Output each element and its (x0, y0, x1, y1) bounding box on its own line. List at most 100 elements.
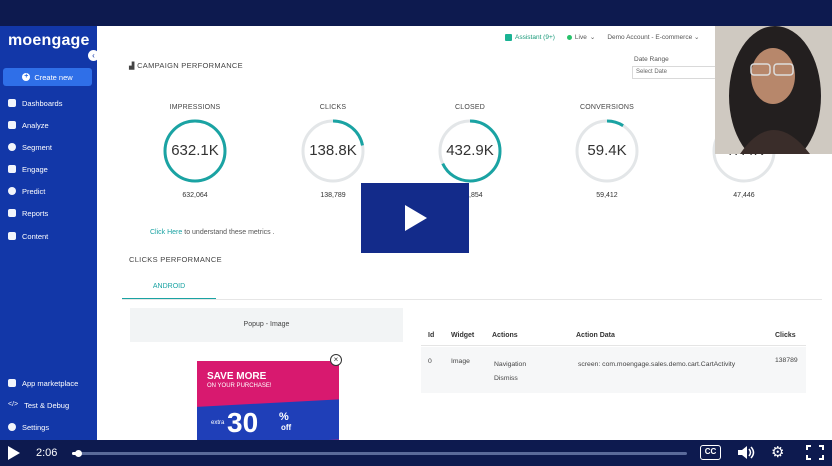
play-button[interactable] (8, 446, 20, 465)
play-icon (8, 446, 20, 460)
sidebar-item-segment[interactable]: Segment (8, 140, 52, 154)
tab-android[interactable]: ANDROID (122, 278, 216, 300)
live-label: Live (574, 33, 587, 41)
metric-value: 632.1K (171, 142, 219, 159)
create-new-label: Create new (34, 72, 73, 82)
clicks-performance-title: CLICKS PERFORMANCE (129, 255, 222, 264)
close-icon[interactable]: × (330, 354, 342, 366)
cell-action-2: Dismiss (494, 375, 518, 382)
metric-value: 59.4K (587, 142, 627, 159)
settings-gear-icon[interactable]: ⚙ (771, 444, 784, 461)
video-player-controls: 2:06 CC ⚙ (0, 440, 832, 466)
presenter-webcam (715, 26, 832, 154)
metric-conversions: CONVERSIONS 59.4K 59,412 (557, 104, 657, 199)
sidebar-item-label: Segment (22, 142, 53, 152)
table-row: 0 Image Navigation Dismiss screen: com.m… (421, 347, 806, 393)
popup-type-label: Popup - Image (130, 308, 403, 342)
assistant-button[interactable]: Assistant (9+) (505, 33, 555, 41)
sidebar-item-analyze[interactable]: Analyze (8, 118, 49, 132)
live-dropdown[interactable]: Live ⌄ (566, 33, 596, 41)
sidebar-item-engage[interactable]: Engage (8, 162, 48, 176)
clicks-table-header: Id Widget Actions Action Data Clicks (421, 324, 806, 346)
sidebar-item-test-debug[interactable]: </> Test & Debug (8, 398, 69, 412)
sidebar-item-label: Settings (22, 422, 50, 432)
metric-raw-value: 47,446 (733, 192, 755, 199)
create-new-button[interactable]: + Create new (3, 68, 92, 86)
sidebar: moengage ‹ + Create new Dashboards Analy… (0, 26, 99, 440)
code-icon: </> (8, 401, 19, 408)
live-status-icon (566, 34, 572, 40)
popup-image-preview: SAVE MORE ON YOUR PURCHASE! extra 30 % o… (197, 361, 339, 440)
bar-chart-icon: ▟ (129, 63, 135, 70)
metric-impressions: IMPRESSIONS 632.1K 632,064 (145, 104, 245, 199)
segment-icon (8, 143, 16, 151)
sidebar-item-label: Analyze (22, 120, 49, 130)
chevron-down-icon: ⌄ (589, 34, 596, 41)
metric-ring: 632.1K (163, 119, 227, 183)
preview-extra: extra (211, 420, 225, 426)
video-play-overlay-button[interactable] (361, 183, 469, 253)
header-right: Assistant (9+) Live ⌄ Demo Account - E-co… (505, 33, 699, 41)
cell-action-1: Navigation (494, 361, 527, 368)
cell-action-data: screen: com.moengage.sales.demo.cart.Car… (578, 361, 736, 368)
cell-clicks: 138789 (775, 357, 798, 364)
engage-icon (8, 165, 16, 173)
metric-ring: 59.4K (575, 119, 639, 183)
click-here-rest: to understand these metrics . (184, 229, 275, 236)
account-dropdown[interactable]: Demo Account - E-commerce ⌄ (607, 33, 699, 41)
metric-label: CLOSED (455, 104, 485, 111)
analyze-icon (8, 121, 16, 129)
video-top-bar (0, 0, 832, 26)
date-range-label: Date Range (634, 56, 669, 63)
metric-label: CLICKS (319, 104, 347, 111)
preview-headline: SAVE MORE (207, 371, 267, 382)
tab-divider (122, 299, 822, 300)
sidebar-item-label: Test & Debug (24, 400, 70, 410)
volume-button[interactable] (737, 445, 755, 465)
sidebar-item-reports[interactable]: Reports (8, 206, 48, 220)
campaign-performance-title: ▟ CAMPAIGN PERFORMANCE (129, 61, 243, 70)
play-icon (405, 205, 427, 231)
predict-icon (8, 187, 16, 195)
dashboard-icon (8, 99, 16, 107)
sidebar-item-app-marketplace[interactable]: App marketplace (8, 376, 78, 390)
column-header-clicks: Clicks (775, 332, 796, 339)
preview-discount: 30 (227, 407, 259, 438)
preview-off: off (281, 423, 292, 432)
metric-label: CONVERSIONS (580, 104, 634, 111)
metric-raw-value: 632,064 (182, 192, 208, 199)
metric-ring: 432.9K (438, 119, 502, 183)
marketplace-icon (8, 379, 16, 387)
gear-icon (8, 423, 16, 431)
preview-subline: ON YOUR PURCHASE! (207, 383, 272, 389)
presenter-silhouette (715, 26, 832, 154)
sidebar-item-label: Reports (22, 208, 49, 218)
column-header-action-data: Action Data (576, 332, 615, 339)
click-here-link[interactable]: Click Here (150, 229, 182, 236)
closed-captions-button[interactable]: CC (700, 445, 721, 460)
sidebar-item-dashboards[interactable]: Dashboards (8, 96, 62, 110)
metric-label: IMPRESSIONS (169, 104, 221, 111)
plus-icon: + (22, 73, 31, 81)
date-range-input[interactable]: Select Date (632, 66, 717, 79)
section-title-text: CAMPAIGN PERFORMANCE (137, 61, 243, 70)
column-header-actions: Actions (492, 332, 518, 339)
column-header-widget: Widget (451, 332, 475, 339)
progress-handle[interactable] (75, 450, 83, 457)
volume-icon (738, 446, 755, 459)
fullscreen-button[interactable] (806, 445, 824, 465)
sidebar-item-label: Engage (22, 164, 48, 174)
sidebar-item-content[interactable]: Content (8, 229, 48, 243)
metric-value: 138.8K (309, 142, 357, 159)
cell-widget: Image (451, 358, 470, 365)
sidebar-item-predict[interactable]: Predict (8, 184, 45, 198)
sidebar-item-label: Content (22, 231, 49, 241)
chevron-down-icon: ⌄ (694, 34, 700, 41)
metrics-help-text: Click Here to understand these metrics . (150, 229, 275, 236)
sidebar-item-label: Dashboards (22, 98, 63, 108)
content-icon (8, 232, 16, 240)
playback-time: 2:06 (36, 447, 58, 459)
sidebar-item-settings[interactable]: Settings (8, 420, 49, 434)
progress-bar[interactable] (72, 450, 687, 457)
reports-icon (8, 209, 16, 217)
